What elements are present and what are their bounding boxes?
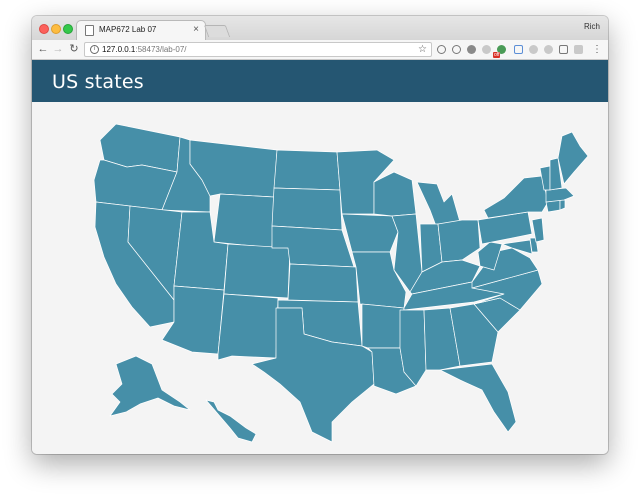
state-wyoming[interactable] — [213, 193, 275, 249]
state-iowa[interactable] — [341, 213, 399, 253]
state-alaska[interactable] — [109, 355, 191, 417]
bookmark-star-icon[interactable]: ☆ — [418, 43, 427, 56]
state-pennsylvania[interactable] — [477, 211, 533, 245]
page-favicon-icon — [85, 25, 94, 36]
browser-window: MAP672 Lab 07 × Rich ← → ↻ i 127.0.0.1:5… — [32, 16, 608, 454]
page-header: US states — [32, 60, 608, 102]
browser-toolbar: ← → ↻ i 127.0.0.1:58473/lab-07/ ☆ off ⋮ — [32, 40, 608, 60]
reload-icon[interactable]: ↻ — [67, 42, 81, 56]
url-text[interactable]: 127.0.0.1:58473/lab-07/ — [102, 45, 187, 54]
state-new-york[interactable] — [483, 175, 549, 219]
tab-strip: MAP672 Lab 07 × Rich — [32, 16, 608, 41]
state-north-dakota[interactable] — [273, 149, 341, 191]
extension-bell-icon[interactable] — [482, 45, 491, 54]
tab-close-icon[interactable]: × — [193, 23, 199, 37]
extension-link-icon[interactable] — [544, 45, 553, 54]
state-maine[interactable] — [557, 131, 589, 185]
state-new-mexico[interactable] — [217, 293, 279, 361]
window-close-button[interactable] — [39, 24, 49, 34]
url-host: 127.0.0.1 — [102, 45, 136, 54]
state-rhode-island[interactable] — [559, 199, 566, 211]
info-icon[interactable]: i — [90, 45, 99, 54]
tab-active[interactable]: MAP672 Lab 07 × — [76, 20, 206, 40]
extension-badge: off — [493, 52, 501, 58]
state-florida[interactable] — [439, 363, 517, 433]
us-states-map — [93, 123, 589, 443]
state-kansas[interactable] — [287, 263, 359, 303]
page-viewport: US states — [32, 60, 608, 454]
state-hawaii[interactable] — [205, 399, 257, 443]
state-arkansas[interactable] — [361, 303, 405, 349]
state-ohio[interactable] — [437, 219, 481, 263]
state-wisconsin[interactable] — [373, 171, 417, 217]
alaska-hawaii — [109, 355, 257, 443]
extension-icon[interactable] — [437, 45, 446, 54]
state-colorado[interactable] — [223, 243, 291, 299]
menu-icon[interactable]: ⋮ — [592, 43, 602, 56]
cast-icon[interactable] — [559, 45, 568, 54]
window-minimize-button[interactable] — [51, 24, 61, 34]
new-tab-button[interactable] — [203, 25, 231, 37]
extension-doc-icon[interactable] — [514, 45, 523, 54]
window-maximize-button[interactable] — [63, 24, 73, 34]
extension-info-icon[interactable] — [452, 45, 461, 54]
state-south-dakota[interactable] — [271, 187, 343, 231]
back-icon[interactable]: ← — [36, 42, 50, 56]
page-title: US states — [52, 71, 144, 93]
address-bar[interactable]: i 127.0.0.1:58473/lab-07/ ☆ — [84, 42, 432, 57]
profile-name[interactable]: Rich — [584, 22, 600, 31]
extension-box-icon[interactable] — [574, 45, 583, 54]
tab-title: MAP672 Lab 07 — [99, 25, 157, 34]
url-path: :58473/lab-07/ — [135, 45, 187, 54]
extension-pen-icon[interactable] — [529, 45, 538, 54]
extension-cloud-icon[interactable] — [467, 45, 476, 54]
state-michigan[interactable] — [416, 181, 461, 227]
forward-icon[interactable]: → — [51, 42, 65, 56]
